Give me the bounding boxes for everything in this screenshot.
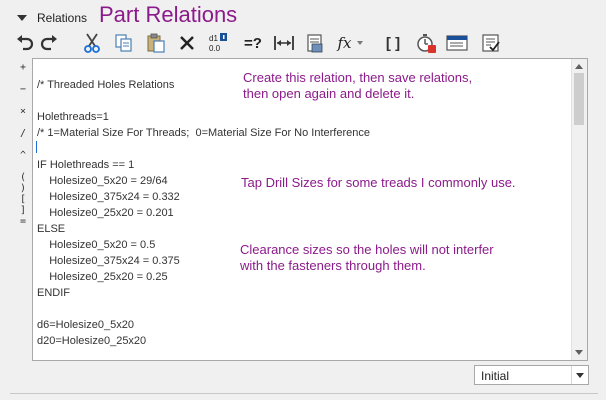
function-label: fx [337,34,352,52]
vertical-scrollbar[interactable] [571,59,587,360]
operator-power[interactable]: ^ [14,150,32,161]
annotation-create-line2: then open again and delete it. [243,86,415,101]
operator-minus[interactable]: − [14,84,32,95]
annotation-create-line1: Create this relation, then save relation… [243,70,473,85]
text-caret [36,141,37,153]
sort-icon[interactable] [480,32,502,54]
code-line: Holesize0_5x20 = 0.5 [37,239,156,251]
code-line: Holesize0_5x20 = 29/64 [37,175,168,187]
collapse-arrow-icon[interactable] [17,15,27,21]
evaluate-button[interactable]: =? [240,32,266,54]
chevron-down-icon [576,373,584,378]
annotation-clearance-line1: Clearance sizes so the holes will not in… [240,242,494,257]
code-line: Holesize0_25x20 = 0.25 [37,271,168,283]
function-button[interactable]: fx [335,32,365,54]
code-line: Holethreads=1 [37,111,109,123]
measure-icon[interactable] [273,32,295,54]
state-select[interactable]: Initial [474,365,589,385]
display-icon[interactable] [446,32,468,54]
operator-equals[interactable]: = [14,216,32,227]
code-line: d20=Holesize0_25x20 [37,335,147,347]
annotation-clearance-line2: with the fasteners through them. [240,258,426,273]
annotation-create: Create this relation, then save relation… [243,70,472,102]
redo-icon[interactable] [38,32,60,54]
code-line: IF Holethreads == 1 [37,159,135,171]
annotation-tap-drill-line1: Tap Drill Sizes for some treads I common… [241,175,516,190]
scroll-up-icon[interactable] [575,64,583,69]
dims-top-text: d1 [209,34,218,43]
code-line: Holesize0_25x20 = 0.201 [37,207,174,219]
annotation-tap-drill: Tap Drill Sizes for some treads I common… [241,175,516,191]
code-line: d6=Holesize0_5x20 [37,319,134,331]
relations-toolbar: d1 0.0 =? fx [ ] [14,32,514,56]
scroll-down-icon[interactable] [575,350,583,355]
operator-brackets[interactable]: [ ] [14,194,32,216]
operator-plus[interactable]: + [14,62,32,73]
parentheses-button[interactable]: [ ] [382,32,404,54]
code-line: Holesize0_375x24 = 0.332 [37,191,180,203]
operator-parentheses[interactable]: ( ) [14,172,32,194]
scrollbar-thumb[interactable] [574,73,584,125]
cut-icon[interactable] [81,32,103,54]
switch-dims-icon[interactable]: d1 0.0 [206,32,228,54]
code-line: ELSE [37,223,66,235]
undo-icon[interactable] [14,32,36,54]
chevron-down-icon[interactable] [356,41,363,45]
overlay-title: Part Relations [99,2,238,27]
dims-bottom-text: 0.0 [209,44,221,53]
copy-icon[interactable] [113,32,135,54]
state-select-value: Initial [481,369,510,383]
code-line: /* Threaded Holes Relations [37,79,175,91]
relations-editor[interactable]: /* Threaded Holes Relations Holethreads=1… [32,58,588,361]
verify-icon[interactable] [304,32,326,54]
state-select-dropdown[interactable] [571,366,588,384]
paste-icon[interactable] [145,32,167,54]
code-line: /* 1=Material Size For Threads; 0=Materi… [37,127,370,139]
code-line: Holesize0_375x24 = 0.375 [37,255,180,267]
operator-divide[interactable]: / [14,128,32,139]
annotation-clearance: Clearance sizes so the holes will not in… [240,242,494,274]
section-label: Relations [37,11,88,25]
operator-multiply[interactable]: × [14,106,32,117]
relations-header: Relations Part Relations [0,0,606,32]
code-line: ENDIF [37,287,70,299]
timer-icon[interactable] [415,32,437,54]
bottom-divider [10,393,598,394]
delete-icon[interactable] [176,32,198,54]
